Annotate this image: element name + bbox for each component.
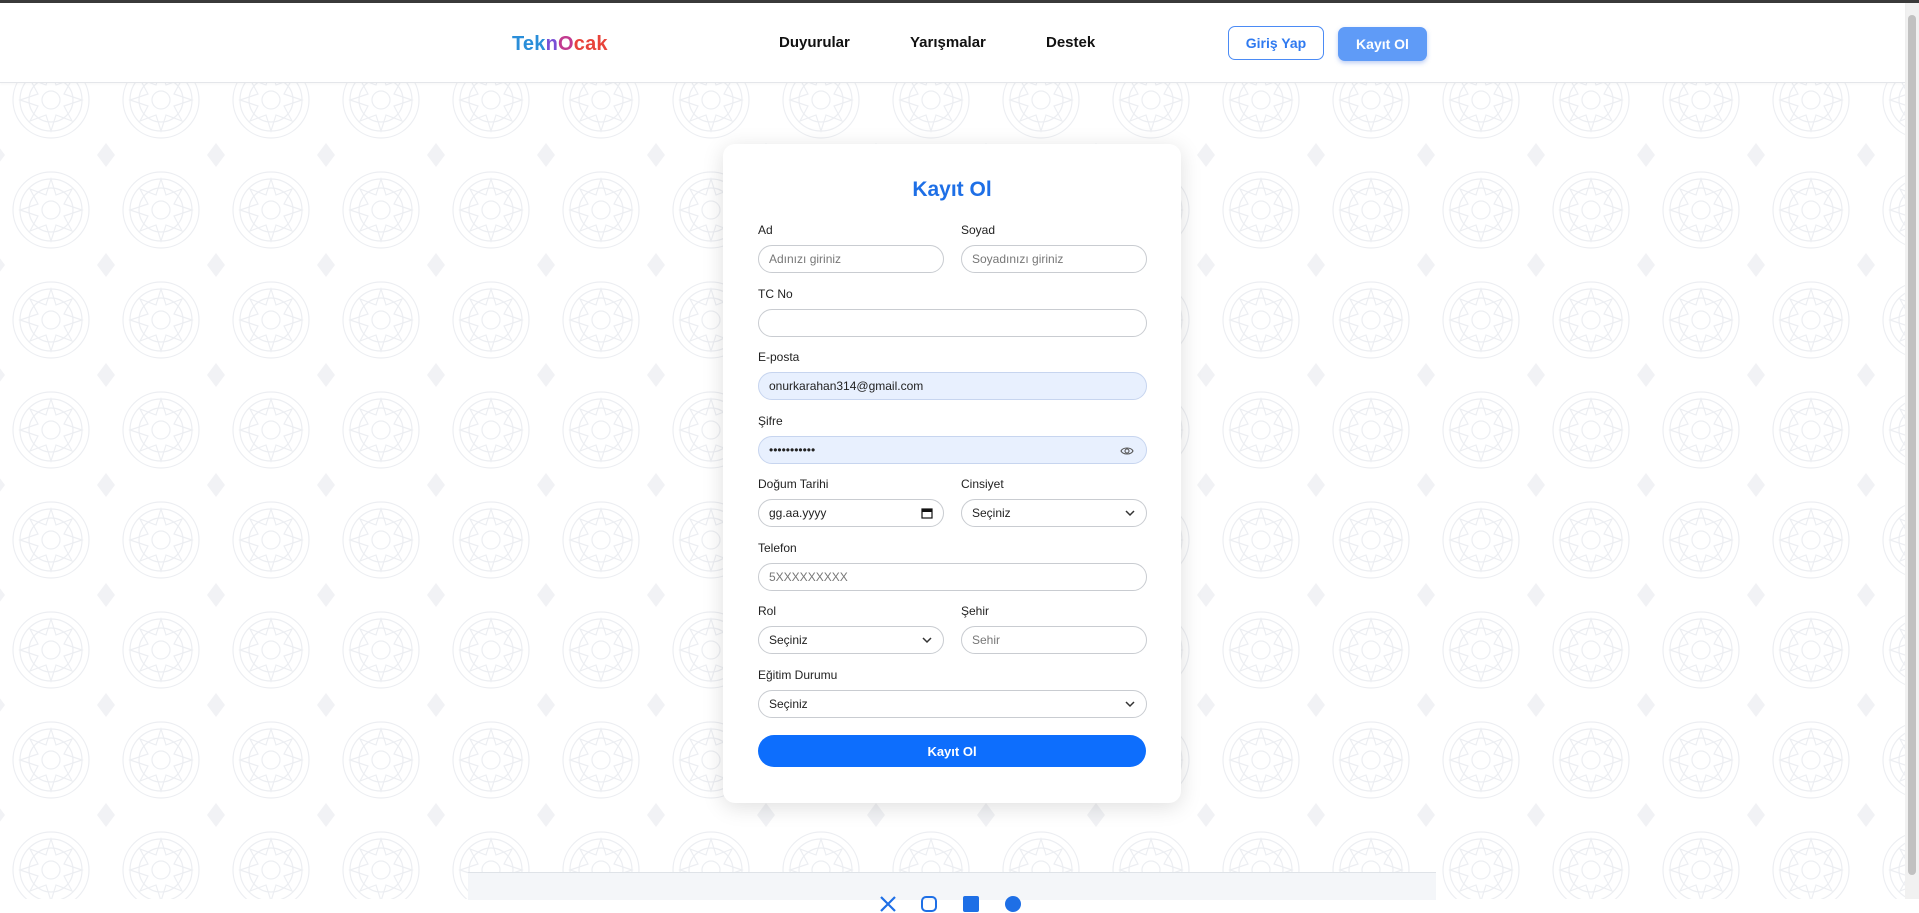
gender-select[interactable]: Seçiniz: [961, 499, 1147, 527]
page-scrollbar[interactable]: [1905, 3, 1919, 899]
logo-text-part: Tek: [512, 33, 546, 55]
tc-label: TC No: [758, 287, 793, 301]
logo-text-part: n: [545, 33, 559, 55]
role-selected: Seçiniz: [769, 633, 808, 647]
form-title: Kayıt Ol: [912, 178, 992, 201]
password-label: Şifre: [758, 414, 783, 428]
eye-icon[interactable]: [1120, 445, 1134, 457]
email-label: E-posta: [758, 350, 800, 364]
login-button[interactable]: Giriş Yap: [1228, 26, 1324, 60]
last-name-label: Soyad: [961, 223, 996, 237]
nav-duyurular[interactable]: Duyurular: [779, 34, 850, 51]
birth-date-placeholder: gg.aa.yyyy: [769, 506, 827, 520]
submit-register-button[interactable]: Kayıt Ol: [758, 735, 1146, 767]
first-name-label: Ad: [758, 223, 773, 237]
birth-date-input[interactable]: gg.aa.yyyy: [758, 499, 944, 527]
last-name-input[interactable]: Soyadınızı giriniz: [961, 245, 1147, 273]
education-label: Eğitim Durumu: [758, 668, 838, 682]
password-value: •••••••••••: [769, 443, 816, 457]
linkedin-icon[interactable]: [962, 895, 980, 913]
calendar-icon[interactable]: [921, 507, 933, 519]
email-input[interactable]: onurkarahan314@gmail.com: [758, 372, 1147, 400]
nav-yarismalar[interactable]: Yarışmalar: [910, 34, 986, 51]
chevron-down-icon: [922, 637, 932, 644]
globe-icon[interactable]: [1004, 895, 1022, 913]
site-header: TeknOcak Duyurular Yarışmalar Destek Gir…: [0, 3, 1905, 83]
phone-input[interactable]: 5XXXXXXXXX: [758, 563, 1147, 591]
role-select[interactable]: Seçiniz: [758, 626, 944, 654]
education-selected: Seçiniz: [769, 697, 808, 711]
instagram-icon[interactable]: [920, 895, 938, 913]
education-select[interactable]: Seçiniz: [758, 690, 1147, 718]
teknocak-logo[interactable]: TeknOcak: [512, 33, 608, 56]
phone-label: Telefon: [758, 541, 797, 555]
tc-input[interactable]: [758, 309, 1147, 337]
logo-flame-part: O: [558, 33, 574, 55]
logo-text-part: cak: [573, 33, 608, 55]
nav-destek[interactable]: Destek: [1046, 34, 1095, 51]
gender-label: Cinsiyet: [961, 477, 1004, 491]
role-label: Rol: [758, 604, 777, 618]
site-footer: [468, 872, 1436, 912]
city-input[interactable]: Sehir: [961, 626, 1147, 654]
register-card: Kayıt Ol Ad Adınızı giriniz Soyad Soyadı…: [723, 144, 1181, 803]
birth-date-label: Doğum Tarihi: [758, 477, 829, 491]
chevron-down-icon: [1125, 701, 1135, 708]
gender-selected: Seçiniz: [972, 506, 1011, 520]
scrollbar-thumb[interactable]: [1908, 15, 1916, 875]
x-icon[interactable]: [879, 895, 897, 913]
password-input[interactable]: •••••••••••: [758, 436, 1147, 464]
city-label: Şehir: [961, 604, 990, 618]
register-button[interactable]: Kayıt Ol: [1338, 27, 1427, 61]
chevron-down-icon: [1125, 510, 1135, 517]
first-name-input[interactable]: Adınızı giriniz: [758, 245, 944, 273]
